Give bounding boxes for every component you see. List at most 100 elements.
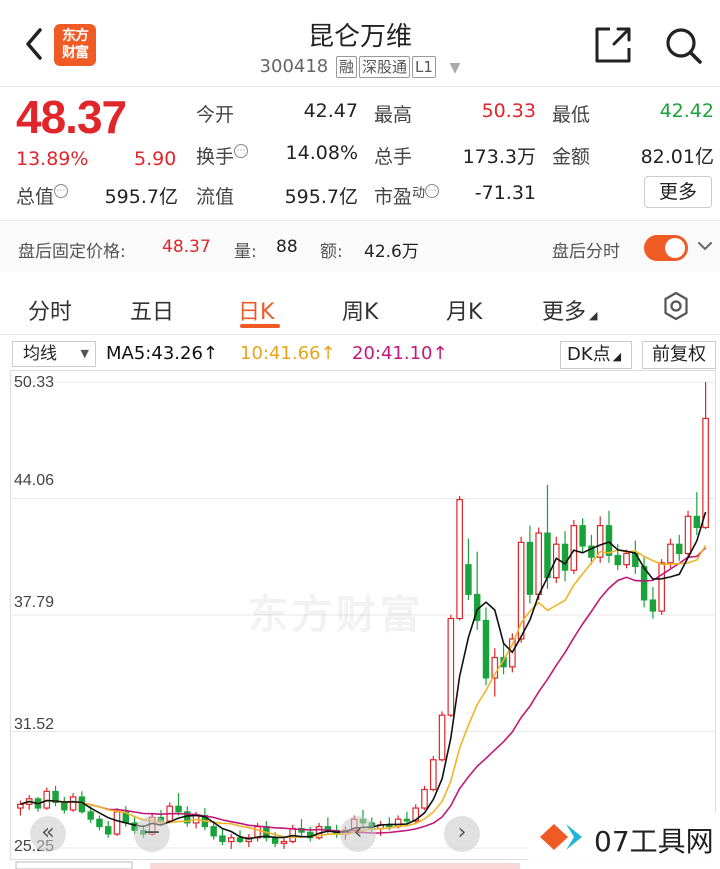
candle-body xyxy=(544,532,551,579)
candle-body xyxy=(465,564,472,595)
tab-monthly-k[interactable]: 月K xyxy=(446,294,482,326)
amount-label: 金额 xyxy=(552,146,591,168)
after-hours-volume-label: 量: xyxy=(234,242,257,262)
chevron-down-icon[interactable]: ▼ xyxy=(450,60,461,76)
current-price: 48.37 xyxy=(16,91,127,143)
candle-body xyxy=(561,543,569,571)
candle-body xyxy=(113,811,121,835)
share-icon[interactable] xyxy=(594,26,632,64)
open-label: 今开 xyxy=(196,104,235,126)
y-tick-label: 37.79 xyxy=(14,594,55,611)
gear-icon[interactable] xyxy=(660,290,692,322)
candle-body xyxy=(61,801,68,811)
divider xyxy=(0,86,720,87)
candle-body xyxy=(649,599,657,612)
chart-watermark: 东方财富 xyxy=(248,592,424,638)
candle-body xyxy=(658,562,666,612)
candle-body xyxy=(403,818,411,822)
amount-value: 82.01亿 xyxy=(640,146,714,168)
candle-body xyxy=(526,541,534,595)
up-arrow-icon: ↑ xyxy=(202,343,218,364)
candle-body xyxy=(429,759,437,791)
after-hours-amount: 42.6万 xyxy=(364,242,419,262)
market-cap-label[interactable]: 总值 ⋯ xyxy=(16,182,69,209)
low-value: 42.42 xyxy=(659,100,714,122)
candle-body xyxy=(227,837,235,843)
moving-average-select[interactable]: 均线 ▼ xyxy=(12,341,96,367)
candle-body xyxy=(175,805,182,813)
zoom-out-icon[interactable]: − xyxy=(134,816,170,852)
ma10-value: 10:41.66↑ xyxy=(240,343,336,364)
tab-weekly-k[interactable]: 周K xyxy=(342,294,378,326)
search-icon[interactable] xyxy=(664,26,704,66)
tab-intraday[interactable]: 分时 xyxy=(28,294,72,326)
y-tick-label: 50.33 xyxy=(14,374,55,391)
info-icon[interactable]: ⋯ xyxy=(234,144,249,158)
active-tab-indicator xyxy=(240,324,280,328)
divider xyxy=(0,220,720,221)
info-icon[interactable]: ⋯ xyxy=(54,184,69,198)
stock-code: 300418 xyxy=(259,56,329,77)
after-hours-amount-label: 额: xyxy=(320,242,343,262)
candle-body xyxy=(236,837,244,842)
low-label: 最低 xyxy=(552,104,591,126)
candle-body xyxy=(676,543,683,554)
ma5-line xyxy=(20,511,707,840)
tab-more[interactable]: 更多 ◢ xyxy=(542,294,597,326)
pe-label[interactable]: 市盈动 ⋯ xyxy=(374,182,440,209)
candle-body xyxy=(447,617,455,716)
diamond-logo-icon xyxy=(540,824,582,850)
candle-body xyxy=(456,499,463,620)
candle-body xyxy=(219,835,226,842)
after-hours-intraday-label: 盘后分时 xyxy=(552,242,620,262)
candle-body xyxy=(702,417,709,529)
more-button[interactable]: 更多 xyxy=(644,176,712,208)
period-tabs: 分时 五日 日K 周K 月K 更多 ◢ xyxy=(0,282,720,334)
chevron-down-icon[interactable] xyxy=(696,236,714,256)
open-value: 42.47 xyxy=(303,100,358,122)
candle-body xyxy=(210,826,217,837)
candle-body xyxy=(43,790,51,809)
candle-body xyxy=(623,552,630,566)
scroll-right-icon[interactable]: › xyxy=(444,816,480,852)
candle-body xyxy=(579,525,586,547)
candle-body xyxy=(87,811,94,820)
volume-strip xyxy=(15,861,520,869)
candle-body xyxy=(280,840,288,844)
ma20-value: 20:41.10↑ xyxy=(352,343,448,364)
y-tick-label: 31.52 xyxy=(14,716,55,733)
ma5-value: MA5:43.26↑ xyxy=(106,343,218,364)
candle-body xyxy=(421,788,428,809)
high-value: 50.33 xyxy=(481,100,536,122)
dk-point-button[interactable]: DK点 ◢ xyxy=(560,341,632,369)
tab-daily-k[interactable]: 日K xyxy=(238,294,274,326)
level-tag: L1 xyxy=(412,56,436,78)
candle-body xyxy=(17,803,24,809)
candle-body xyxy=(605,525,613,556)
candle-body xyxy=(684,515,692,555)
candle-body xyxy=(105,826,112,835)
turnover-label[interactable]: 换手 ⋯ xyxy=(196,142,249,169)
candle-body xyxy=(667,543,674,564)
market-cap-value: 595.7亿 xyxy=(104,186,178,208)
margin-tag: 融 xyxy=(336,56,358,78)
divider xyxy=(0,334,720,335)
up-arrow-icon: ↑ xyxy=(320,343,336,364)
pe-value: -71.31 xyxy=(474,182,536,204)
high-label: 最高 xyxy=(374,104,413,126)
candle-body xyxy=(438,714,446,761)
adjust-button[interactable]: 前复权 xyxy=(642,341,716,369)
y-tick-label: 44.06 xyxy=(14,472,55,489)
float-cap-value: 595.7亿 xyxy=(284,186,358,208)
after-hours-toggle[interactable] xyxy=(644,235,688,261)
info-icon[interactable]: ⋯ xyxy=(425,184,440,198)
candle-body xyxy=(570,525,578,571)
scroll-left-fast-icon[interactable]: « xyxy=(30,816,66,852)
volume-label: 总手 xyxy=(374,146,413,168)
candle-body xyxy=(693,515,701,528)
top-nav-bar: 东方 财富 昆仑万维 300418 融深股通 L1 ▼ xyxy=(0,0,720,88)
float-cap-label: 流值 xyxy=(196,186,235,208)
candle-body xyxy=(535,532,543,595)
tab-five-day[interactable]: 五日 xyxy=(130,294,174,326)
scroll-left-icon[interactable]: ‹ xyxy=(340,816,376,852)
